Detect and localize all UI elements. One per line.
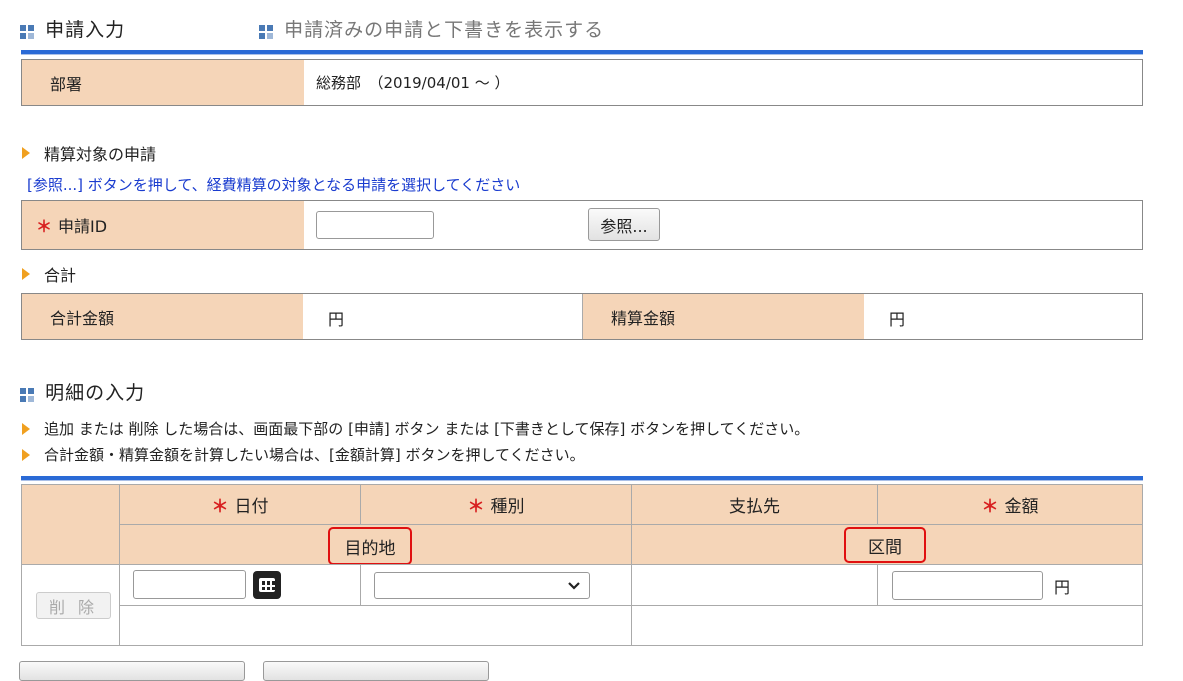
yen-unit: 円: [1054, 578, 1071, 597]
grid-icon: [20, 387, 34, 402]
required-icon: ＊: [467, 497, 485, 517]
divider: [21, 50, 1143, 55]
calendar-icon[interactable]: [253, 571, 281, 599]
column-header-destination: 目的地: [328, 527, 412, 565]
application-id-row: ＊ 申請ID 参照...: [21, 200, 1143, 250]
triangle-icon: [22, 448, 30, 461]
settlement-amount-label: 精算金額: [583, 294, 864, 339]
bottom-button-2[interactable]: [263, 661, 489, 681]
section-heading: 精算対象の申請: [44, 145, 157, 164]
total-amount-label: 合計金額: [22, 294, 303, 339]
column-header-amount: ＊金額: [878, 485, 1142, 524]
divider: [120, 524, 1142, 525]
note-row: 追加 または 削除 した場合は、画面最下部の [申請] ボタン または [下書き…: [22, 418, 809, 439]
application-id-label: ＊ 申請ID: [22, 201, 304, 249]
heading-text: 明細の入力: [45, 382, 146, 404]
total-row: 合計金額 円 精算金額 円: [21, 293, 1143, 340]
date-input[interactable]: [133, 570, 246, 599]
divider: [119, 485, 120, 645]
browse-button[interactable]: 参照...: [588, 208, 660, 241]
tab-apply-input[interactable]: 申請入力: [20, 15, 125, 42]
delete-button[interactable]: 削 除: [36, 592, 111, 619]
note-text: 追加 または 削除 した場合は、画面最下部の [申請] ボタン または [下書き…: [44, 420, 810, 438]
department-value: 総務部 （2019/04/01 ～ ）: [316, 74, 510, 92]
department-label: 部署: [22, 60, 304, 105]
section-target: 精算対象の申請: [22, 141, 156, 165]
total-amount-value: 円: [328, 310, 345, 329]
divider: [877, 485, 878, 525]
hint-text: [参照...] ボタンを押して、経費精算の対象となる申請を選択してください: [27, 176, 521, 194]
bottom-button-1[interactable]: [19, 661, 245, 681]
column-header-date: ＊日付: [120, 485, 360, 524]
detail-table: ＊日付 ＊種別 支払先 ＊金額 目的地 区間 削 除 円: [21, 484, 1143, 646]
divider: [120, 605, 1142, 606]
divider: [631, 485, 632, 645]
department-row: 部署 総務部 （2019/04/01 ～ ）: [21, 59, 1143, 106]
divider: [360, 485, 361, 525]
section-total: 合計: [22, 262, 76, 286]
label-text: 申請ID: [58, 217, 108, 236]
triangle-icon: [22, 422, 30, 435]
divider: [21, 476, 1143, 481]
header-text: 日付: [234, 497, 269, 517]
chevron-down-icon: [568, 581, 580, 590]
amount-input[interactable]: [892, 571, 1043, 600]
divider: [360, 565, 361, 605]
required-icon: ＊: [211, 497, 229, 517]
application-id-input[interactable]: [316, 211, 434, 239]
corner-header: [22, 485, 119, 564]
column-header-type: ＊種別: [361, 485, 631, 524]
divider: [22, 564, 1142, 565]
grid-icon: [259, 24, 273, 39]
note-text: 合計金額・精算金額を計算したい場合は、[金額計算] ボタンを押してください。: [44, 446, 585, 464]
tab-label: 申請入力: [45, 19, 126, 41]
divider: [877, 565, 878, 605]
header-text: 種別: [490, 497, 525, 517]
type-select[interactable]: [374, 572, 590, 599]
column-header-section: 区間: [844, 527, 926, 563]
settlement-amount-value: 円: [889, 310, 906, 329]
grid-icon: [20, 24, 34, 39]
tab-label: 申請済みの申請と下書きを表示する: [284, 19, 605, 41]
detail-heading: 明細の入力: [20, 378, 145, 405]
required-icon: ＊: [36, 217, 53, 236]
triangle-icon: [22, 147, 30, 159]
column-header-payee: 支払先: [632, 485, 877, 524]
required-icon: ＊: [981, 497, 999, 517]
note-row: 合計金額・精算金額を計算したい場合は、[金額計算] ボタンを押してください。: [22, 444, 585, 465]
header-text: 金額: [1004, 497, 1039, 517]
section-heading: 合計: [44, 266, 77, 285]
tab-applied-list[interactable]: 申請済みの申請と下書きを表示する: [259, 15, 604, 42]
triangle-icon: [22, 268, 30, 280]
